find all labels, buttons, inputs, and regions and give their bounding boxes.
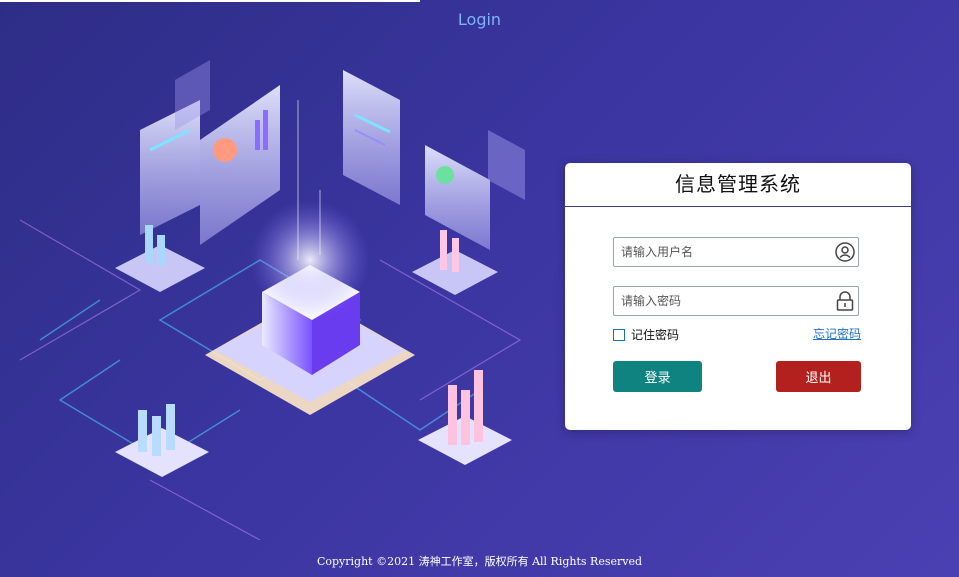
login-card-title: 信息管理系统 [565,163,911,207]
isometric-data-illustration [19,60,525,540]
password-input[interactable] [614,287,831,315]
forgot-password-link[interactable]: 忘记密码 [813,325,861,342]
remember-password[interactable]: 记住密码 [613,326,679,343]
password-field [613,286,859,316]
lock-icon [836,291,854,311]
username-input[interactable] [614,238,831,266]
login-button[interactable]: 登录 [613,361,702,392]
exit-button[interactable]: 退出 [776,361,861,392]
login-card: 信息管理系统 记住密码 忘记密码 登录 退出 [565,163,911,430]
top-edge-line [0,0,420,2]
page-title: Login [457,10,502,29]
user-circle-icon [835,242,855,262]
remember-checkbox[interactable] [613,328,625,341]
username-field [613,237,859,267]
remember-label: 记住密码 [631,328,680,342]
copyright-text: Copyright ©2021 涛神工作室，版权所有 All Rights Re… [316,555,643,568]
